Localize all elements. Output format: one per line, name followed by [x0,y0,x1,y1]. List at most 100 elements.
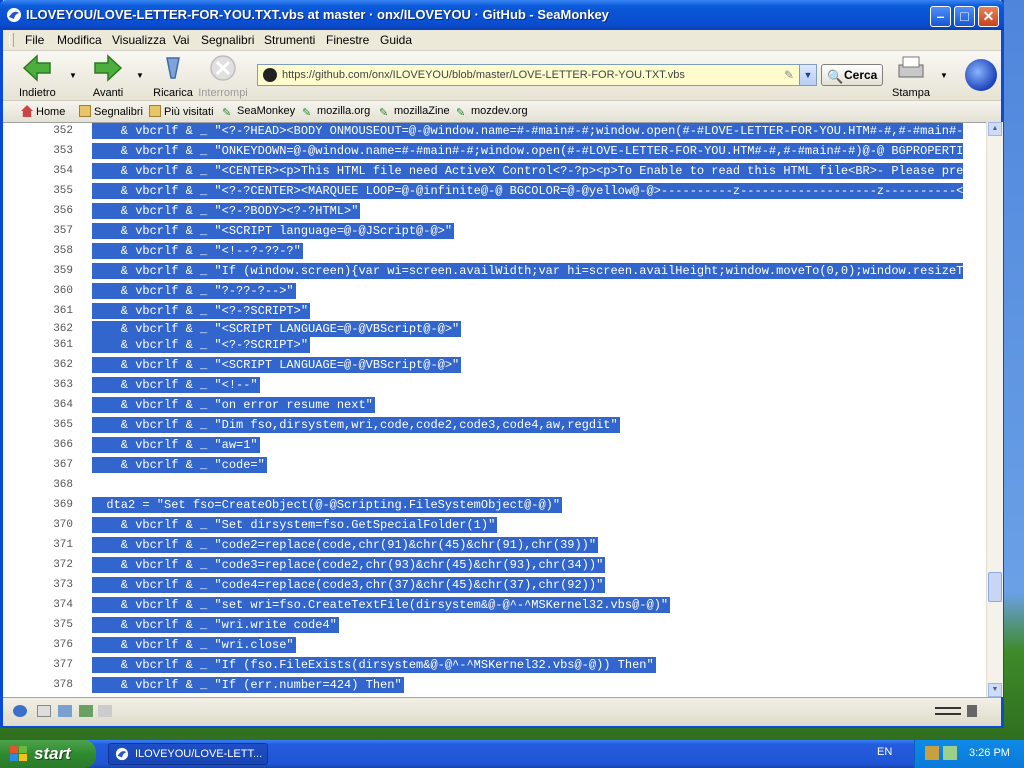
url-bar[interactable]: https://github.com/onx/ILOVEYOU/blob/mas… [257,64,817,86]
close-button[interactable]: ✕ [978,6,999,27]
forward-button[interactable]: Avanti [91,53,125,99]
language-indicator[interactable]: EN [877,746,892,758]
line-number[interactable]: 378 [43,679,73,691]
back-dropdown-icon[interactable]: ▼ [69,71,77,80]
line-number[interactable]: 362 [43,323,73,335]
line-number[interactable]: 366 [43,439,73,451]
scroll-down-arrow-icon[interactable]: ▼ [988,683,1002,697]
search-button[interactable]: 🔍 Cerca [821,64,883,86]
bookmark-piu-visitati[interactable]: Più visitati [149,105,214,118]
line-number[interactable]: 352 [43,125,73,137]
reload-button[interactable]: Ricarica [153,53,193,99]
bookmark-home[interactable]: Home [21,105,65,118]
menu-guida[interactable]: Guida [380,33,412,47]
bookmark-mozillazine[interactable]: ✎ mozillaZine [379,105,450,119]
menu-visualizza[interactable]: Visualizza [112,33,166,47]
line-number[interactable]: 371 [43,539,73,551]
code-text: & vbcrlf & _ "?-??-?-->" [92,283,296,299]
bookmarks-toolbar: Home Segnalibri Più visitati ✎ SeaMonkey … [3,100,1001,123]
line-number[interactable]: 358 [43,245,73,257]
address-book-icon[interactable] [79,705,93,717]
bookmark-seamonkey[interactable]: ✎ SeaMonkey [222,105,295,119]
line-number[interactable]: 374 [43,599,73,611]
line-number[interactable]: 355 [43,185,73,197]
bookmark-mozilla-org[interactable]: ✎ mozilla.org [302,105,370,119]
line-number[interactable]: 369 [43,499,73,511]
line-number[interactable]: 376 [43,639,73,651]
stop-button[interactable]: Interrompi [198,53,248,99]
code-line: 358 & vbcrlf & _ "<!--?-??-?" [3,243,986,261]
github-icon [263,68,277,82]
code-line: 376 & vbcrlf & _ "wri.close" [3,637,986,655]
line-number[interactable]: 361 [43,305,73,317]
line-number[interactable]: 373 [43,579,73,591]
browser-window: ILOVEYOU/LOVE-LETTER-FOR-YOU.TXT.vbs at … [0,0,1004,728]
start-button[interactable]: start [0,740,96,768]
bookmark-mozdev-label: mozdev.org [471,105,528,117]
bookmark-mozdev[interactable]: ✎ mozdev.org [456,105,528,119]
start-label: start [34,744,71,763]
bookmark-home-label: Home [36,106,66,118]
back-button[interactable]: Indietro [19,53,56,99]
bookmark-segnalibri[interactable]: Segnalibri [79,105,143,118]
menu-modifica[interactable]: Modifica [57,33,102,47]
line-number[interactable]: 354 [43,165,73,177]
code-text: & vbcrlf & _ "<?-?BODY><?-?HTML>" [92,203,361,219]
line-number[interactable]: 360 [43,285,73,297]
url-dropdown-icon[interactable]: ▼ [799,65,816,85]
bookmark-page-icon[interactable]: ✎ [784,68,794,82]
print-button[interactable]: Stampa [891,53,931,99]
menu-strumenti[interactable]: Strumenti [264,33,315,47]
minimize-button[interactable]: – [930,6,951,27]
line-number[interactable]: 362 [43,359,73,371]
code-text: & vbcrlf & _ "<SCRIPT LANGUAGE=@-@VBScri… [92,321,462,337]
menu-finestre[interactable]: Finestre [326,33,369,47]
line-number[interactable]: 361 [43,339,73,351]
line-number[interactable]: 375 [43,619,73,631]
maximize-button[interactable]: □ [954,6,975,27]
window-title: ILOVEYOU/LOVE-LETTER-FOR-YOU.TXT.vbs at … [26,7,609,22]
forward-label: Avanti [92,87,124,99]
mail-icon[interactable] [37,705,51,717]
line-number[interactable]: 363 [43,379,73,391]
line-number[interactable]: 357 [43,225,73,237]
online-status-icon[interactable] [935,707,961,715]
code-text: & vbcrlf & _ "Dim fso,dirsystem,wri,code… [92,417,620,433]
code-line: 364 & vbcrlf & _ "on error resume next" [3,397,986,415]
forward-dropdown-icon[interactable]: ▼ [136,71,144,80]
line-number[interactable]: 359 [43,265,73,277]
tray-app-icon[interactable] [925,746,939,760]
composer-icon[interactable] [58,705,72,717]
tray-network-icon[interactable] [943,746,957,760]
vertical-scrollbar[interactable]: ▲ ▼ [986,122,1003,697]
bookmark-icon: ✎ [379,107,389,119]
line-number[interactable]: 367 [43,459,73,471]
code-line: 367 & vbcrlf & _ "code=" [3,457,986,475]
print-dropdown-icon[interactable]: ▼ [940,71,948,80]
bookmark-icon: ✎ [222,107,232,119]
reload-label: Ricarica [153,87,193,99]
code-line: 363 & vbcrlf & _ "<!--" [3,377,986,395]
menu-file[interactable]: File [25,33,44,47]
magnifier-icon: 🔍 [827,69,844,84]
menu-vai[interactable]: Vai [173,33,189,47]
menu-segnalibri[interactable]: Segnalibri [201,33,254,47]
line-number[interactable]: 370 [43,519,73,531]
scroll-up-arrow-icon[interactable]: ▲ [988,122,1002,136]
title-bar[interactable]: ILOVEYOU/LOVE-LETTER-FOR-YOU.TXT.vbs at … [0,0,1004,30]
line-number[interactable]: 368 [43,479,73,491]
globe-icon[interactable] [13,705,27,717]
taskbar-item-seamonkey[interactable]: ILOVEYOU/LOVE-LETT... [108,743,268,765]
code-view[interactable]: 352 & vbcrlf & _ "<?-?HEAD><BODY ONMOUSE… [3,122,986,698]
line-number[interactable]: 353 [43,145,73,157]
line-number[interactable]: 372 [43,559,73,571]
chatzilla-icon[interactable] [98,705,112,717]
line-number[interactable]: 377 [43,659,73,671]
code-text: & vbcrlf & _ "set wri=fso.CreateTextFile… [92,597,671,613]
line-number[interactable]: 356 [43,205,73,217]
code-text: & vbcrlf & _ "If (window.screen){var wi=… [92,263,963,279]
line-number[interactable]: 364 [43,399,73,411]
scroll-thumb[interactable] [988,572,1002,602]
line-number[interactable]: 365 [43,419,73,431]
